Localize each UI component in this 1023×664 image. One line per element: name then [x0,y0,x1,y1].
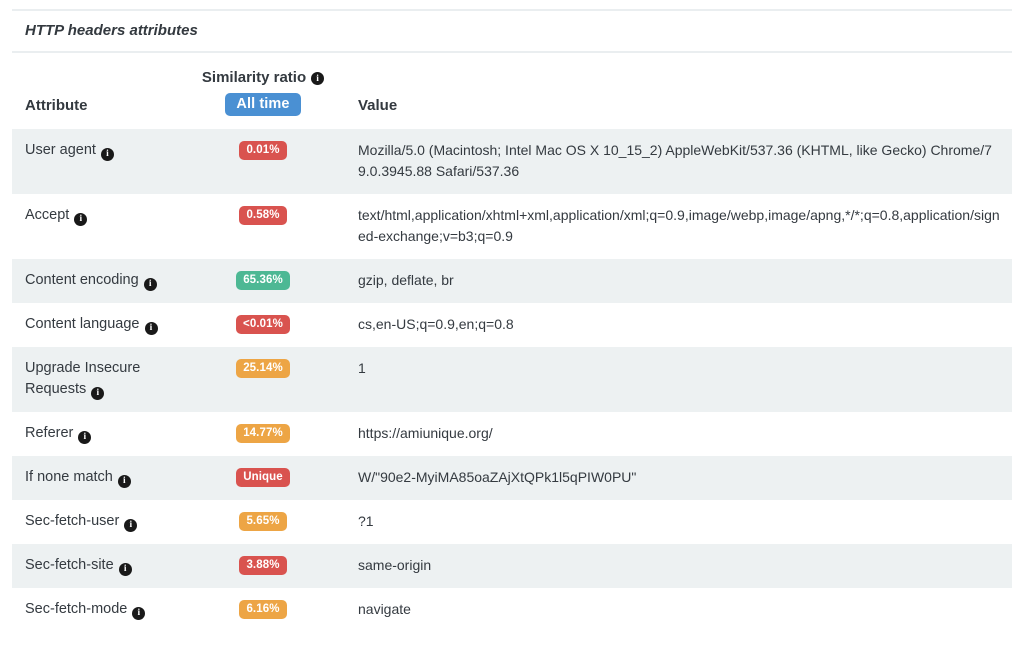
attribute-value: cs,en-US;q=0.9,en;q=0.8 [321,314,1000,335]
table-row: Content language i <0.01% cs,en-US;q=0.9,… [12,303,1012,347]
attribute-cell: Sec-fetch-site i [25,555,205,576]
similarity-cell: 65.36% [205,270,321,290]
similarity-cell: 25.14% [205,358,321,378]
attribute-name: Content language [25,316,140,332]
similarity-cell: 5.65% [205,511,321,531]
similarity-badge: 25.14% [236,359,290,378]
attribute-name: Sec-fetch-mode [25,601,127,617]
similarity-cell: <0.01% [205,314,321,334]
info-icon[interactable]: i [124,519,137,532]
similarity-badge: 0.01% [239,141,286,160]
table-row: Sec-fetch-user i 5.65% ?1 [12,500,1012,544]
attribute-value: 1 [321,358,1000,379]
info-icon[interactable]: i [132,607,145,620]
info-icon[interactable]: i [91,387,104,400]
panel-header: HTTP headers attributes [12,9,1012,53]
similarity-ratio-label: Similarity ratio i [202,69,324,86]
attribute-cell: Content encoding i [25,270,205,291]
table-row: Referer i 14.77% https://amiunique.org/ [12,412,1012,456]
attribute-cell: If none match i [25,467,205,488]
table-header-row: Attribute Similarity ratio i All time Va… [12,53,1012,129]
attribute-name: Upgrade Insecure Requests [25,360,140,397]
info-icon[interactable]: i [101,148,114,161]
attribute-value: same-origin [321,555,1000,576]
info-icon[interactable]: i [311,72,324,85]
info-icon[interactable]: i [78,431,91,444]
similarity-badge: 3.88% [239,556,286,575]
attribute-cell: Upgrade Insecure Requestsi [25,358,205,400]
attribute-value: Mozilla/5.0 (Macintosh; Intel Mac OS X 1… [321,140,1000,182]
column-header-value: Value [321,95,1000,116]
info-icon[interactable]: i [118,475,131,488]
attribute-name: If none match [25,469,113,485]
attribute-cell: Sec-fetch-user i [25,511,205,532]
similarity-badge: <0.01% [236,315,290,334]
table-row: Upgrade Insecure Requestsi 25.14% 1 [12,347,1012,412]
attribute-cell: Sec-fetch-mode i [25,599,205,620]
similarity-badge: 0.58% [239,206,286,225]
attributes-table: Attribute Similarity ratio i All time Va… [12,53,1012,632]
info-icon[interactable]: i [119,563,132,576]
similarity-badge: 6.16% [239,600,286,619]
similarity-ratio-text: Similarity ratio [202,69,306,86]
attribute-cell: Content language i [25,314,205,335]
attribute-name: Sec-fetch-site [25,557,114,573]
similarity-cell: 0.58% [205,205,321,225]
similarity-cell: 6.16% [205,599,321,619]
similarity-badge: 65.36% [236,271,290,290]
attribute-value: ?1 [321,511,1000,532]
attribute-value: gzip, deflate, br [321,270,1000,291]
attribute-name: Sec-fetch-user [25,513,119,529]
info-icon[interactable]: i [144,278,157,291]
attribute-name: User agent [25,142,96,158]
all-time-badge[interactable]: All time [225,93,300,116]
table-row: Content encoding i 65.36% gzip, deflate, … [12,259,1012,303]
similarity-badge: Unique [236,468,290,487]
http-headers-panel: HTTP headers attributes Attribute Simila… [12,9,1012,632]
attribute-value: text/html,application/xhtml+xml,applicat… [321,205,1000,247]
similarity-cell: 0.01% [205,140,321,160]
attribute-name: Referer [25,425,73,441]
attribute-cell: User agent i [25,140,205,161]
info-icon[interactable]: i [74,213,87,226]
similarity-cell: Unique [205,467,321,487]
similarity-cell: 3.88% [205,555,321,575]
column-header-similarity: Similarity ratio i All time [202,69,324,116]
attribute-value: W/"90e2-MyiMA85oaZAjXtQPk1l5qPIW0PU" [321,467,1000,488]
panel-title: HTTP headers attributes [25,22,999,39]
similarity-badge: 5.65% [239,512,286,531]
attribute-name: Accept [25,207,69,223]
attribute-cell: Accepti [25,205,205,226]
column-header-attribute: Attribute [25,95,205,116]
attribute-value: navigate [321,599,1000,620]
table-row: User agent i 0.01% Mozilla/5.0 (Macintosh… [12,129,1012,194]
table-row: Accepti 0.58% text/html,application/xhtm… [12,194,1012,259]
similarity-cell: 14.77% [205,423,321,443]
attribute-value: https://amiunique.org/ [321,423,1000,444]
table-row: Sec-fetch-site i 3.88% same-origin [12,544,1012,588]
attribute-name: Content encoding [25,272,139,288]
table-body: User agent i 0.01% Mozilla/5.0 (Macintosh… [12,129,1012,632]
similarity-badge: 14.77% [236,424,290,443]
table-row: If none match i Unique W/"90e2-MyiMA85oaZ… [12,456,1012,500]
table-row: Sec-fetch-mode i 6.16% navigate [12,588,1012,632]
attribute-cell: Referer i [25,423,205,444]
info-icon[interactable]: i [145,322,158,335]
